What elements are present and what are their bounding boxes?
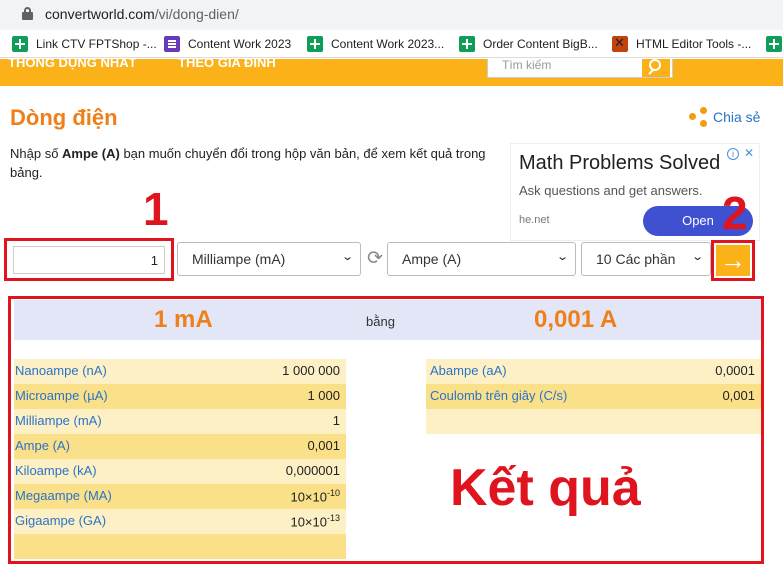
sheets-icon (459, 36, 475, 52)
result-table-right: Abampe (aA) 0,0001 Coulomb trên giây (C/s… (426, 359, 761, 434)
swap-icon[interactable]: ⟳ (365, 248, 385, 270)
table-row (14, 534, 346, 559)
result-table-left: Nanoampe (nA) 1 000 000 Microampe (µA) 1 0… (14, 359, 346, 559)
bookmark-item[interactable]: Link CTV FPTShop -... (12, 36, 157, 52)
bookmark-item[interactable]: Content Work 2023 (164, 36, 291, 52)
url-text[interactable]: convertworld.com/vi/dong-dien/ (45, 6, 239, 22)
table-row: Gigaampe (GA) 10×10-13 (14, 509, 346, 534)
url-bar[interactable]: convertworld.com/vi/dong-dien/ (0, 0, 783, 30)
unit-link[interactable]: Milliampe (mA) (15, 413, 102, 428)
sheets-icon (307, 36, 323, 52)
table-row: Kiloampe (kA) 0,000001 (14, 459, 346, 484)
convert-button[interactable]: → (716, 245, 750, 276)
lock-icon (22, 7, 33, 20)
table-row: Microampe (µA) 1 000 (14, 384, 346, 409)
unit-link[interactable]: Ampe (A) (15, 438, 70, 453)
tools-icon (612, 35, 628, 52)
unit-link[interactable]: Megaampe (MA) (15, 488, 112, 503)
value-input[interactable] (13, 246, 165, 274)
bookmark-item[interactable]: Content Work 2023... (307, 36, 444, 52)
table-row: Abampe (aA) 0,0001 (426, 359, 761, 384)
table-row: Coulomb trên giây (C/s) 0,001 (426, 384, 761, 409)
sheets-icon (766, 36, 782, 52)
search-placeholder: Tìm kiếm (502, 59, 552, 72)
site-nav: THÔNG DỤNG NHẤT THEO GIA ĐÌNH Tìm kiếm (0, 59, 783, 86)
ad-domain: he.net (519, 214, 550, 226)
ad-subtitle: Ask questions and get answers. (519, 183, 703, 198)
from-unit-select[interactable]: Milliampe (mA) ⌄ (177, 242, 361, 276)
table-row: Milliampe (mA) 1 (14, 409, 346, 434)
to-unit-select[interactable]: Ampe (A) ⌄ (387, 242, 576, 276)
sheets-icon (12, 36, 28, 52)
chevron-down-icon: ⌄ (340, 251, 354, 263)
bookmarks-bar: Link CTV FPTShop -... Content Work 2023 … (0, 30, 783, 58)
bookmark-item[interactable] (766, 36, 783, 52)
nav-item-family[interactable]: THEO GIA ĐÌNH (178, 59, 276, 70)
search-input[interactable]: Tìm kiếm (487, 59, 673, 78)
annotation-result: Kết quả (450, 459, 641, 517)
ad-title: Math Problems Solved (519, 152, 721, 174)
bookmark-item[interactable]: HTML Editor Tools -... (612, 35, 751, 52)
nav-item-popular[interactable]: THÔNG DỤNG NHẤT (8, 59, 137, 70)
page-title: Dòng điện (10, 105, 118, 130)
unit-link[interactable]: Microampe (µA) (15, 388, 108, 403)
share-icon (689, 107, 709, 127)
table-row: Megaampe (MA) 10×10-10 (14, 484, 346, 509)
arrow-right-icon: → (720, 245, 746, 275)
unit-link[interactable]: Abampe (aA) (430, 363, 507, 378)
chevron-down-icon: ⌄ (690, 251, 704, 263)
table-row (426, 409, 761, 434)
table-row: Nanoampe (nA) 1 000 000 (14, 359, 346, 384)
annotation-2: 2 (722, 187, 748, 239)
result-to: 0,001 A (534, 306, 618, 333)
chevron-down-icon: ⌄ (555, 251, 569, 263)
unit-link[interactable]: Nanoampe (nA) (15, 363, 107, 378)
annotation-1: 1 (143, 183, 169, 235)
search-button[interactable] (642, 59, 670, 77)
share-label: Chia sẻ (713, 109, 761, 125)
convert-button-highlight: → (711, 240, 755, 281)
unit-link[interactable]: Gigaampe (GA) (15, 513, 106, 528)
unit-link[interactable]: Kiloampe (kA) (15, 463, 97, 478)
info-icon[interactable]: i (727, 148, 739, 160)
result-headline: 1 mA bằng 0,001 A (14, 300, 761, 340)
result-from: 1 mA (154, 306, 213, 333)
share-button[interactable]: Chia sẻ (689, 107, 760, 127)
intro-text: Nhập số Ampe (A) bạn muốn chuyển đổi tro… (10, 146, 486, 180)
result-equals: bằng (366, 314, 395, 329)
forms-icon (164, 36, 180, 52)
close-icon[interactable]: ✕ (744, 146, 754, 160)
value-input-highlight (4, 238, 174, 281)
unit-link[interactable]: Coulomb trên giây (C/s) (430, 388, 567, 403)
table-row: Ampe (A) 0,001 (14, 434, 346, 459)
precision-select[interactable]: 10 Các phần ⌄ (581, 242, 711, 276)
bookmark-item[interactable]: Order Content BigB... (459, 36, 598, 52)
